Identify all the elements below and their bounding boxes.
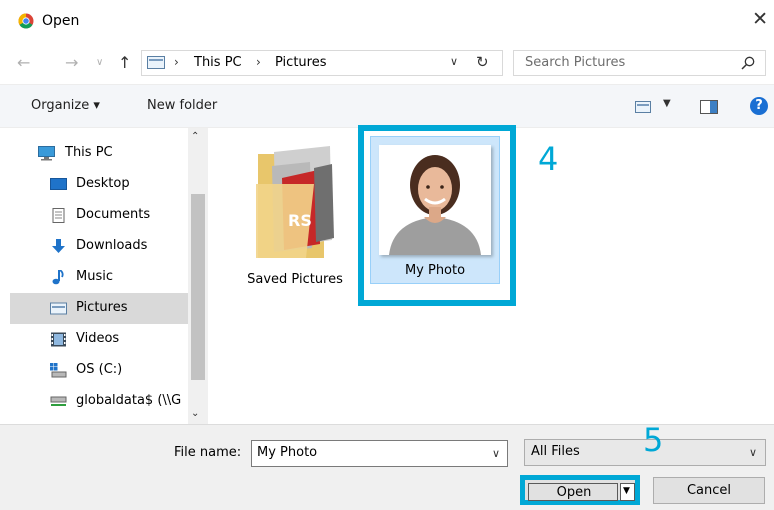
navigation-bar: ← → ∨ ↑ › This PC › Pictures ∨ ↻ Search … bbox=[0, 44, 774, 84]
view-dropdown-icon[interactable]: ▼ bbox=[663, 98, 671, 109]
sidebar-item-music[interactable]: Music bbox=[10, 262, 188, 293]
recent-locations-icon[interactable]: ∨ bbox=[96, 57, 103, 68]
sidebar-item-os-drive[interactable]: OS (C:) bbox=[10, 355, 188, 386]
pictures-location-icon bbox=[147, 56, 165, 69]
help-icon[interactable]: ? bbox=[750, 97, 768, 115]
file-list: RS Saved Pictures My Photo 4 bbox=[210, 125, 774, 424]
close-icon[interactable]: ✕ bbox=[752, 10, 768, 29]
folder-preview-glyph: RS bbox=[288, 211, 312, 230]
sidebar-item-label: Downloads bbox=[76, 238, 148, 253]
documents-icon bbox=[52, 208, 65, 223]
sidebar-item-pictures[interactable]: Pictures bbox=[10, 293, 188, 324]
title-bar: Open ✕ bbox=[0, 0, 774, 44]
back-arrow-icon[interactable]: ← bbox=[17, 53, 30, 72]
desktop-icon bbox=[50, 178, 67, 190]
step-number-4: 4 bbox=[538, 140, 559, 178]
command-toolbar: Organize ▾ New folder ▼ ? bbox=[0, 84, 774, 128]
chevron-down-icon: ▼ bbox=[623, 486, 630, 496]
file-name-value: My Photo bbox=[257, 445, 318, 460]
videos-icon bbox=[51, 332, 66, 347]
refresh-icon[interactable]: ↻ bbox=[476, 53, 489, 71]
search-icon[interactable] bbox=[741, 56, 755, 70]
sidebar-item-this-pc[interactable]: This PC bbox=[10, 138, 188, 169]
scroll-up-icon[interactable]: ⌃ bbox=[191, 131, 199, 142]
network-drive-icon bbox=[50, 396, 67, 406]
sidebar-item-videos[interactable]: Videos bbox=[10, 324, 188, 355]
breadcrumb-separator: › bbox=[256, 55, 261, 69]
step-number-5: 5 bbox=[643, 421, 664, 459]
new-folder-button[interactable]: New folder bbox=[147, 98, 217, 113]
sidebar-item-label: Desktop bbox=[76, 176, 130, 191]
sidebar-item-network-drive[interactable]: globaldata$ (\\G bbox=[10, 386, 188, 417]
chevron-down-icon[interactable]: ∨ bbox=[749, 446, 757, 459]
chevron-down-icon[interactable]: ∨ bbox=[450, 55, 458, 68]
cancel-button[interactable]: Cancel bbox=[653, 477, 765, 504]
organize-button[interactable]: Organize ▾ bbox=[31, 98, 100, 113]
file-label: Saved Pictures bbox=[247, 272, 343, 287]
folder-icon: RS bbox=[256, 146, 334, 258]
sidebar-item-label: Videos bbox=[76, 331, 120, 346]
navigation-pane: This PC Desktop Documents Downloads Musi… bbox=[0, 128, 210, 424]
sidebar-item-label: globaldata$ (\\G bbox=[76, 393, 182, 408]
dialog-title: Open bbox=[42, 13, 80, 29]
file-name-input[interactable]: My Photo ∨ bbox=[251, 440, 508, 467]
sidebar-item-label: Pictures bbox=[76, 300, 128, 315]
sidebar-item-desktop[interactable]: Desktop bbox=[10, 169, 188, 200]
forward-arrow-icon[interactable]: → bbox=[65, 53, 78, 72]
open-button-highlight: Open ▼ bbox=[520, 475, 640, 505]
dialog-footer: File name: My Photo ∨ All Files ∨ 5 Open… bbox=[0, 421, 774, 510]
sidebar-scrollbar[interactable]: ⌃ ⌄ bbox=[188, 128, 208, 424]
search-placeholder: Search Pictures bbox=[525, 55, 626, 70]
sidebar-item-downloads[interactable]: Downloads bbox=[10, 231, 188, 262]
pictures-icon bbox=[50, 302, 67, 315]
sidebar-item-label: This PC bbox=[65, 145, 113, 160]
file-item-saved-pictures[interactable]: RS Saved Pictures bbox=[240, 144, 350, 287]
file-name-label: File name: bbox=[174, 445, 242, 460]
breadcrumb-this-pc[interactable]: This PC bbox=[194, 55, 242, 70]
preview-pane-icon[interactable] bbox=[700, 100, 718, 114]
drive-icon bbox=[50, 363, 67, 378]
sidebar-item-label: OS (C:) bbox=[76, 362, 123, 377]
sidebar-item-label: Music bbox=[76, 269, 113, 284]
monitor-icon bbox=[38, 146, 55, 161]
view-options-icon[interactable] bbox=[635, 101, 651, 113]
search-input[interactable]: Search Pictures bbox=[513, 50, 766, 76]
music-icon bbox=[52, 270, 64, 285]
open-options-button[interactable]: ▼ bbox=[620, 483, 635, 501]
up-arrow-icon[interactable]: ↑ bbox=[118, 53, 131, 72]
open-button[interactable]: Open bbox=[528, 483, 618, 501]
sidebar-item-documents[interactable]: Documents bbox=[10, 200, 188, 231]
scroll-down-icon[interactable]: ⌄ bbox=[191, 408, 199, 419]
step-highlight-frame bbox=[358, 125, 516, 306]
breadcrumb-pictures[interactable]: Pictures bbox=[275, 55, 326, 70]
open-button-label: Open bbox=[556, 485, 592, 500]
file-type-value: All Files bbox=[531, 444, 580, 459]
breadcrumb-separator: › bbox=[174, 55, 179, 69]
sidebar-item-label: Documents bbox=[76, 207, 151, 222]
address-bar[interactable]: › This PC › Pictures ∨ ↻ bbox=[141, 50, 503, 76]
scrollbar-thumb[interactable] bbox=[191, 194, 205, 380]
chrome-icon bbox=[18, 13, 34, 29]
chevron-down-icon[interactable]: ∨ bbox=[492, 447, 500, 460]
download-icon bbox=[52, 239, 65, 253]
